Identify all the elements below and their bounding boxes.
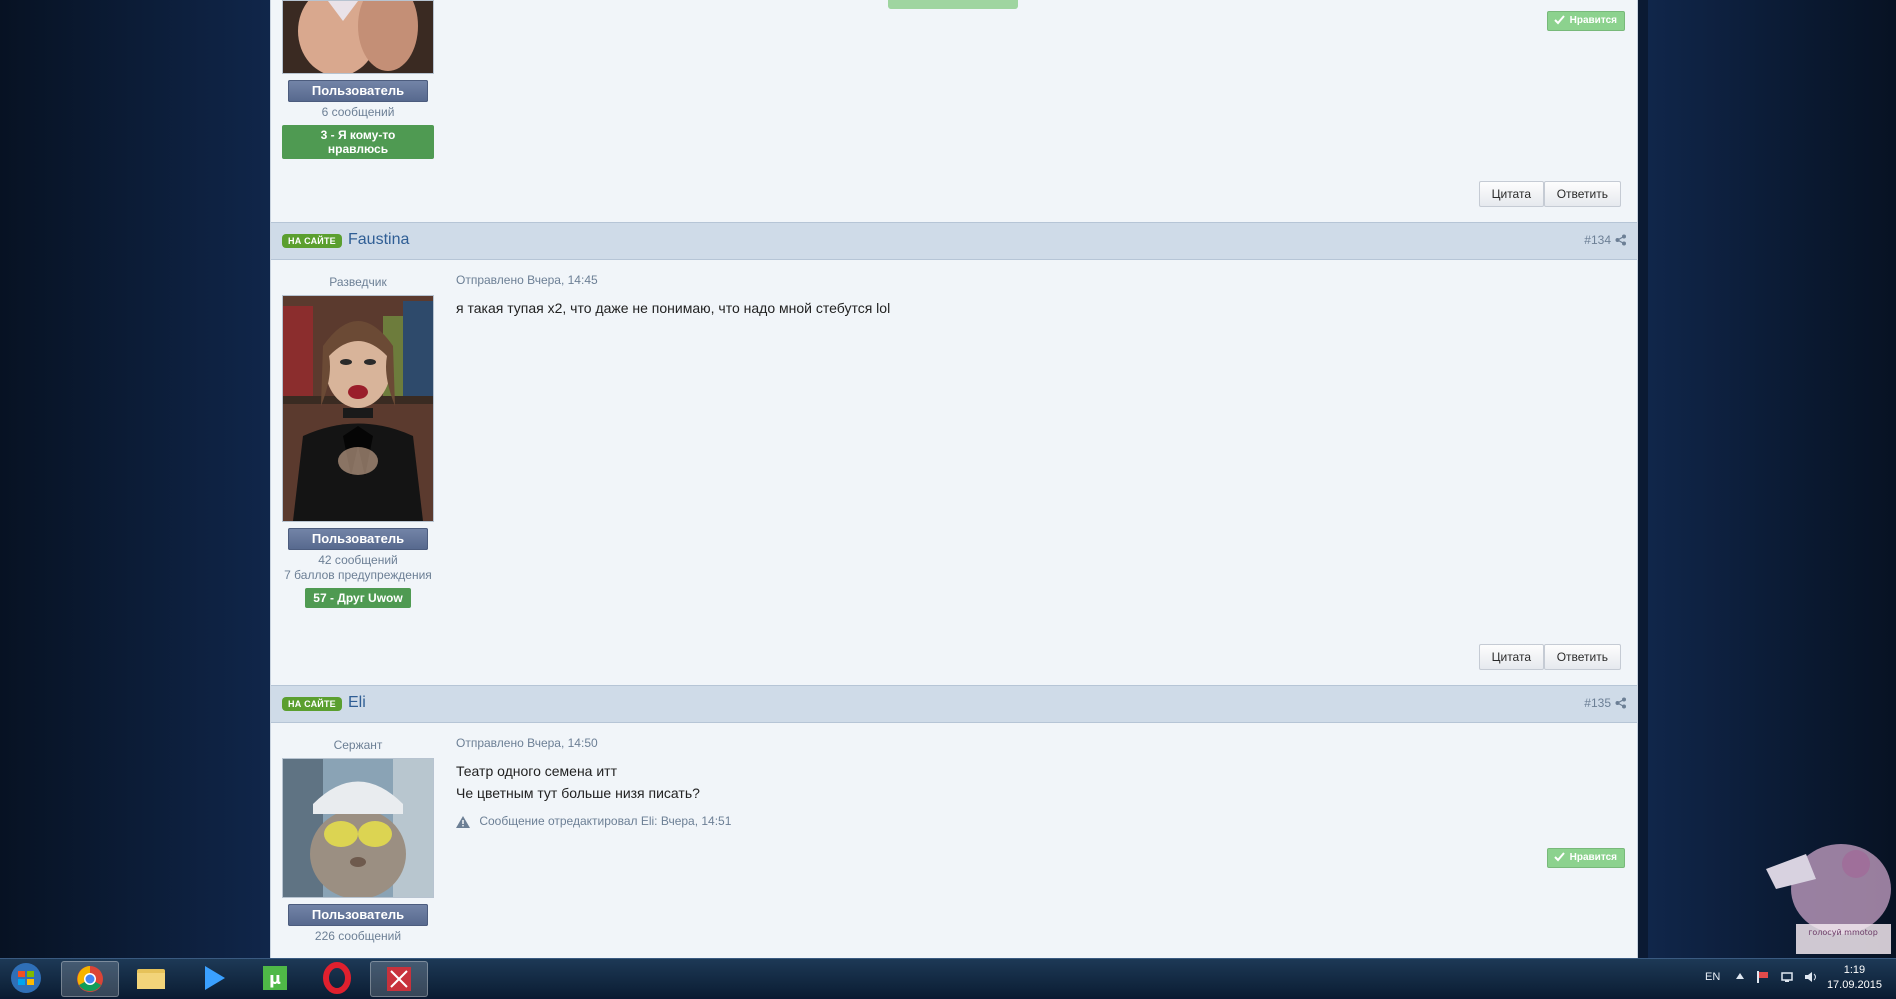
user-group-badge: Пользователь bbox=[288, 904, 428, 926]
like-label: Нравится bbox=[1569, 15, 1617, 26]
online-badge: НА САЙТЕ bbox=[282, 697, 342, 711]
folder-icon bbox=[137, 969, 165, 989]
start-button[interactable] bbox=[0, 961, 52, 995]
clock-date: 17.09.2015 bbox=[1826, 979, 1882, 991]
post-text-line: Че цветным тут больше низя писать? bbox=[456, 785, 700, 801]
avatar[interactable] bbox=[282, 758, 434, 898]
app-red-icon bbox=[387, 967, 411, 991]
post-count: 6 сообщений bbox=[321, 105, 395, 119]
clock-time: 1:19 bbox=[1843, 964, 1866, 976]
quote-button[interactable]: Цитата bbox=[1478, 181, 1544, 207]
play-icon bbox=[205, 966, 225, 990]
taskbar-chrome[interactable] bbox=[61, 961, 119, 997]
reputation-badge: 3 - Я кому-то нравлюсь bbox=[282, 125, 434, 159]
opera-icon bbox=[323, 962, 351, 994]
post-count: 42 сообщений bbox=[318, 553, 398, 567]
edit-note: Сообщение отредактировал Eli: Вчера, 14:… bbox=[456, 814, 1617, 828]
reply-button[interactable]: Ответить bbox=[1543, 644, 1621, 670]
volume-icon[interactable] bbox=[1804, 970, 1818, 984]
chrome-icon bbox=[77, 966, 103, 992]
taskbar-opera[interactable] bbox=[309, 961, 365, 995]
avatar[interactable] bbox=[282, 295, 434, 522]
like-label: Нравится bbox=[1569, 852, 1617, 863]
system-clock[interactable]: 1:19 17.09.2015 bbox=[1827, 963, 1882, 993]
post-count: 226 сообщений bbox=[314, 929, 402, 943]
post-header: НА САЙТЕ Faustina #134 bbox=[271, 222, 1637, 260]
post-text-line: Театр одного семена итт bbox=[456, 763, 618, 779]
online-badge: НА САЙТЕ bbox=[282, 234, 342, 248]
network-icon[interactable] bbox=[1780, 970, 1794, 984]
warning-points: 7 баллов предупреждения bbox=[284, 568, 432, 582]
post-author-sidebar: Разведчик Пользователь 42 сообщений 7 ба… bbox=[282, 273, 434, 608]
check-icon bbox=[1553, 852, 1565, 862]
user-rank: Разведчик bbox=[329, 275, 387, 289]
reply-button[interactable]: Ответить bbox=[1543, 181, 1621, 207]
reputation-badge: 57 - Друг Uwow bbox=[305, 588, 411, 608]
mmotop-vote-label: голосуй mmotop bbox=[1808, 928, 1878, 937]
avatar[interactable] bbox=[282, 0, 434, 74]
taskbar-explorer[interactable] bbox=[123, 961, 179, 995]
quote-button[interactable]: Цитата bbox=[1478, 644, 1544, 670]
windows-taskbar: µ EN 1:19 17.09.2015 bbox=[0, 958, 1896, 997]
svg-text:µ: µ bbox=[269, 969, 281, 988]
post-author-sidebar: Сержант Пользователь 226 сообщений bbox=[282, 736, 434, 944]
taskbar-utorrent[interactable]: µ bbox=[247, 961, 303, 995]
mmotop-vote-widget[interactable]: голосуй mmotop bbox=[1746, 829, 1896, 959]
warning-icon bbox=[456, 815, 470, 828]
post-number-link[interactable]: #135 bbox=[1584, 696, 1611, 710]
share-icon[interactable] bbox=[1615, 234, 1627, 246]
like-button-partial[interactable] bbox=[888, 0, 1018, 9]
post-header: НА САЙТЕ Eli #135 bbox=[271, 685, 1637, 723]
taskbar-media-player[interactable] bbox=[185, 961, 241, 995]
edit-note-text: Сообщение отредактировал Eli: Вчера, 14:… bbox=[479, 814, 732, 828]
flag-icon[interactable] bbox=[1756, 970, 1770, 984]
user-rank: Сержант bbox=[333, 738, 383, 752]
page-background-left bbox=[0, 0, 270, 959]
post-date: Отправлено Вчера, 14:50 bbox=[456, 736, 598, 750]
user-group-badge: Пользователь bbox=[288, 528, 428, 550]
tray-expand-icon[interactable] bbox=[1736, 973, 1744, 979]
post-content: Отправлено Вчера, 14:45 я такая тупая x2… bbox=[456, 273, 1617, 319]
utorrent-icon: µ bbox=[263, 966, 287, 990]
language-indicator[interactable]: EN bbox=[1705, 971, 1720, 983]
taskbar-app-red[interactable] bbox=[370, 961, 428, 997]
user-group-badge: Пользователь bbox=[288, 80, 428, 102]
post-number-link[interactable]: #134 bbox=[1584, 233, 1611, 247]
post-text-line: я такая тупая x2, что даже не понимаю, ч… bbox=[456, 300, 891, 316]
like-button[interactable]: Нравится bbox=[1546, 11, 1625, 31]
post-author-sidebar: Пользователь 6 сообщений 3 - Я кому-то н… bbox=[282, 0, 434, 159]
windows-orb-icon bbox=[11, 963, 41, 993]
page-background-right bbox=[1648, 0, 1896, 959]
post-date: Отправлено Вчера, 14:45 bbox=[456, 273, 598, 287]
forum-thread: Пользователь 6 сообщений 3 - Я кому-то н… bbox=[270, 0, 1638, 959]
post-content: Отправлено Вчера, 14:50 Театр одного сем… bbox=[456, 736, 1617, 828]
post-author-link[interactable]: Faustina bbox=[348, 231, 409, 249]
share-icon[interactable] bbox=[1615, 697, 1627, 709]
check-icon bbox=[1553, 15, 1565, 25]
post-author-link[interactable]: Eli bbox=[348, 694, 366, 712]
like-button[interactable]: Нравится bbox=[1546, 848, 1625, 868]
